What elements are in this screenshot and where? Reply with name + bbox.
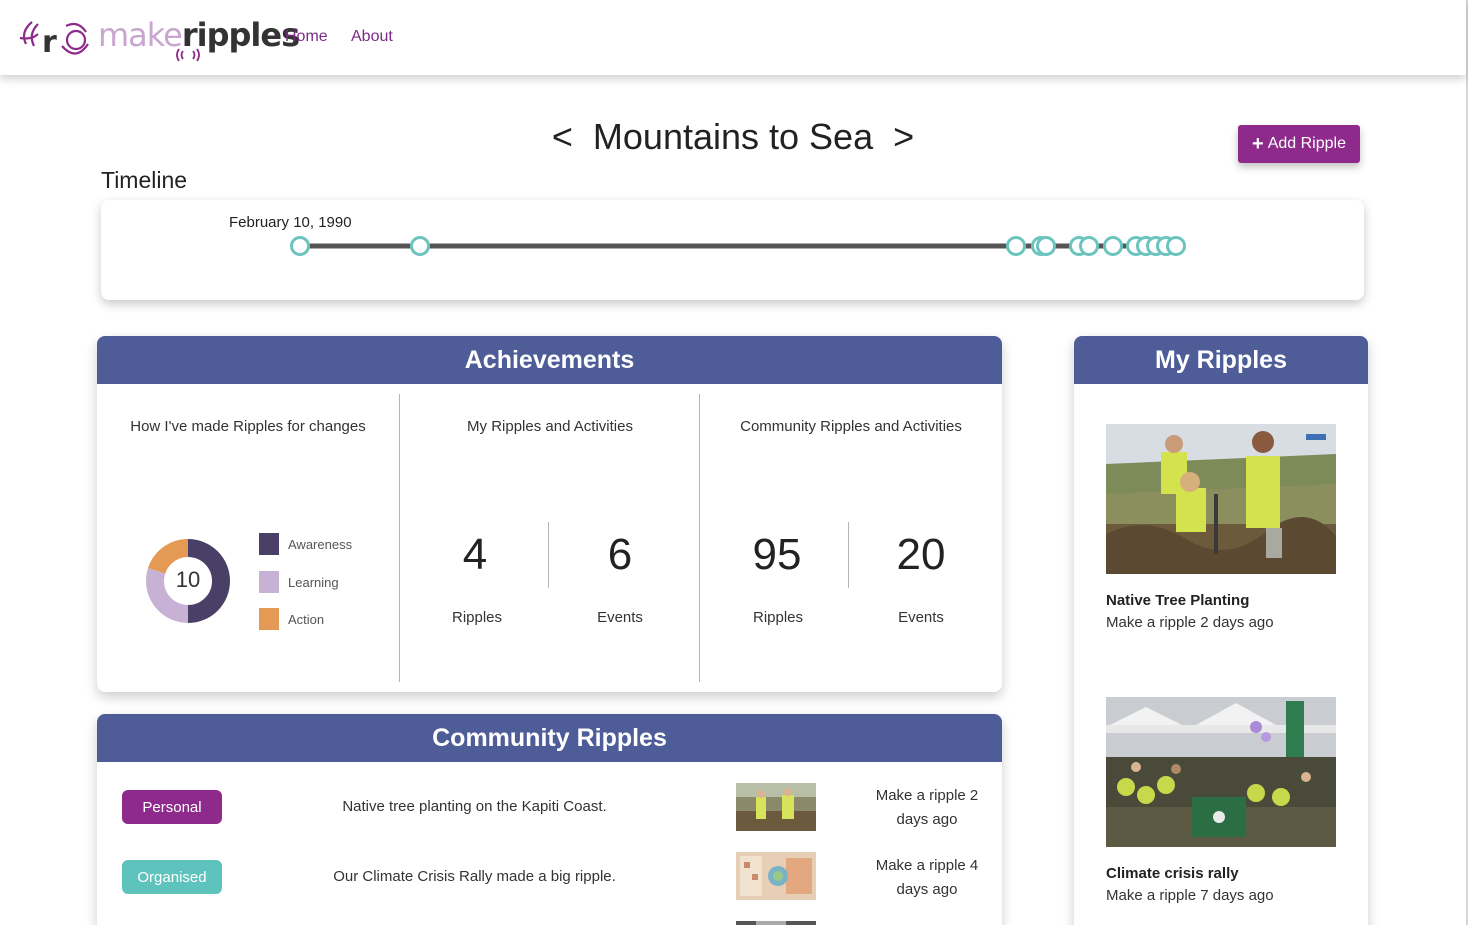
my-activities-title: My Ripples and Activities xyxy=(467,418,633,435)
community-events-count: 20 xyxy=(896,530,946,579)
stat-divider xyxy=(548,522,549,588)
community-events-label: Events xyxy=(898,609,944,626)
my-activities-column: My Ripples and Activities 4 Ripples 6 Ev… xyxy=(400,384,700,682)
ripple-time-line: Make a ripple 4 xyxy=(875,857,979,874)
climate-crisis-rally-photo[interactable] xyxy=(1106,697,1336,847)
community-ripple-row[interactable]: Personal Native tree planting on the Kap… xyxy=(97,776,1002,836)
legend-label-learning: Learning xyxy=(288,574,339,590)
ripple-type-badge-personal[interactable]: Personal xyxy=(122,790,222,824)
ripple-time-line: days ago xyxy=(896,811,958,828)
nav-about-link[interactable]: About xyxy=(351,28,393,46)
add-ripple-button[interactable]: + Add Ripple xyxy=(1238,125,1360,163)
legend-swatch-learning xyxy=(259,571,279,593)
timeline-event-marker[interactable] xyxy=(1166,236,1186,256)
community-ripples-header: Community Ripples xyxy=(97,714,1002,762)
nav-home-link[interactable]: Home xyxy=(285,28,328,46)
my-ripple-item[interactable]: Climate crisis rally Make a ripple 7 day… xyxy=(1106,697,1338,904)
legend-swatch-action xyxy=(259,608,279,630)
timeline-event-marker[interactable] xyxy=(1079,236,1099,256)
legend-label-action: Action xyxy=(288,611,325,627)
my-ripple-title[interactable]: Native Tree Planting xyxy=(1106,592,1338,609)
logo-word-make: make xyxy=(98,16,183,54)
legend-awareness: Awareness xyxy=(259,533,352,555)
my-events-label: Events xyxy=(597,609,643,626)
my-ripples-count: 4 xyxy=(462,530,488,579)
timeline-event-marker[interactable] xyxy=(1006,236,1026,256)
svg-text:r: r xyxy=(42,25,57,60)
ripple-time: Make a ripple 4 days ago xyxy=(857,854,997,902)
legend-label-awareness: Awareness xyxy=(288,536,353,552)
my-ripple-subtitle: Make a ripple 7 days ago xyxy=(1106,887,1274,904)
my-ripple-subtitle: Make a ripple 2 days ago xyxy=(1106,614,1274,631)
ripple-description: Native tree planting on the Kapiti Coast… xyxy=(342,798,607,815)
timeline-track xyxy=(290,236,1186,256)
logo-ripple-waves-icon xyxy=(176,48,200,62)
makeripples-logo[interactable]: r makeripples xyxy=(18,10,300,64)
timeline-event-marker[interactable] xyxy=(410,236,430,256)
climate-rally-thumbnail[interactable] xyxy=(736,852,816,900)
achievements-card: Achievements How I've made Ripples for c… xyxy=(97,336,1002,692)
achievements-header: Achievements xyxy=(97,336,1002,384)
native-tree-planting-photo[interactable] xyxy=(1106,424,1336,574)
timeline-event-marker[interactable] xyxy=(1036,236,1056,256)
ripple-time-line: Make a ripple 2 xyxy=(875,787,979,804)
ripple-time: Make a ripple 2 days ago xyxy=(857,784,997,832)
my-ripple-item[interactable]: Native Tree Planting Make a ripple 2 day… xyxy=(1106,424,1338,631)
community-ripples-count: 95 xyxy=(752,530,802,579)
community-activities-title: Community Ripples and Activities xyxy=(740,418,962,435)
my-ripple-title[interactable]: Climate crisis rally xyxy=(1106,865,1338,882)
top-navbar: r makeripples Home About xyxy=(0,0,1466,75)
group-name: Mountains to Sea xyxy=(592,116,874,157)
legend-learning: Learning xyxy=(259,571,339,593)
add-ripple-label: Add Ripple xyxy=(1267,135,1346,152)
community-ripples-card: Community Ripples Personal Native tree p… xyxy=(97,714,1002,925)
timeline-heading: Timeline xyxy=(101,167,188,193)
plus-icon: + xyxy=(1252,133,1264,155)
community-ripples-label: Ripples xyxy=(752,609,804,626)
previous-group-arrow[interactable]: < xyxy=(542,116,583,157)
my-events-count: 6 xyxy=(607,530,633,579)
ripple-description: Our Climate Crisis Rally made a big ripp… xyxy=(333,868,616,885)
legend-action: Action xyxy=(259,608,324,630)
ripple-time-line: days ago xyxy=(896,881,958,898)
timeline-event-marker[interactable] xyxy=(290,236,310,256)
stat-divider xyxy=(848,522,849,588)
timeline-event-marker[interactable] xyxy=(1103,236,1123,256)
next-group-arrow[interactable]: > xyxy=(883,116,924,157)
changes-donut-chart: 10 xyxy=(146,539,230,623)
my-ripples-card: My Ripples Native Tree Planting Make a r… xyxy=(1074,336,1368,925)
my-ripples-label: Ripples xyxy=(451,609,503,626)
tree-planting-thumbnail[interactable] xyxy=(736,783,816,831)
community-ripple-row[interactable]: Organised Our Climate Crisis Rally made … xyxy=(97,846,1002,906)
timeline-card: February 10, 1990 xyxy=(101,200,1364,300)
donut-center-total: 10 xyxy=(176,567,200,592)
changes-title: How I've made Ripples for changes xyxy=(130,418,366,435)
legend-swatch-awareness xyxy=(259,533,279,555)
ripple-type-badge-organised[interactable]: Organised xyxy=(122,860,222,894)
my-ripples-header: My Ripples xyxy=(1074,336,1368,384)
next-row-thumbnail-partial[interactable] xyxy=(736,921,816,925)
ripple-logo-icon: r xyxy=(19,21,89,60)
changes-column: How I've made Ripples for changes 10 Awa… xyxy=(97,384,399,682)
community-activities-column: Community Ripples and Activities 95 Ripp… xyxy=(700,384,1002,682)
